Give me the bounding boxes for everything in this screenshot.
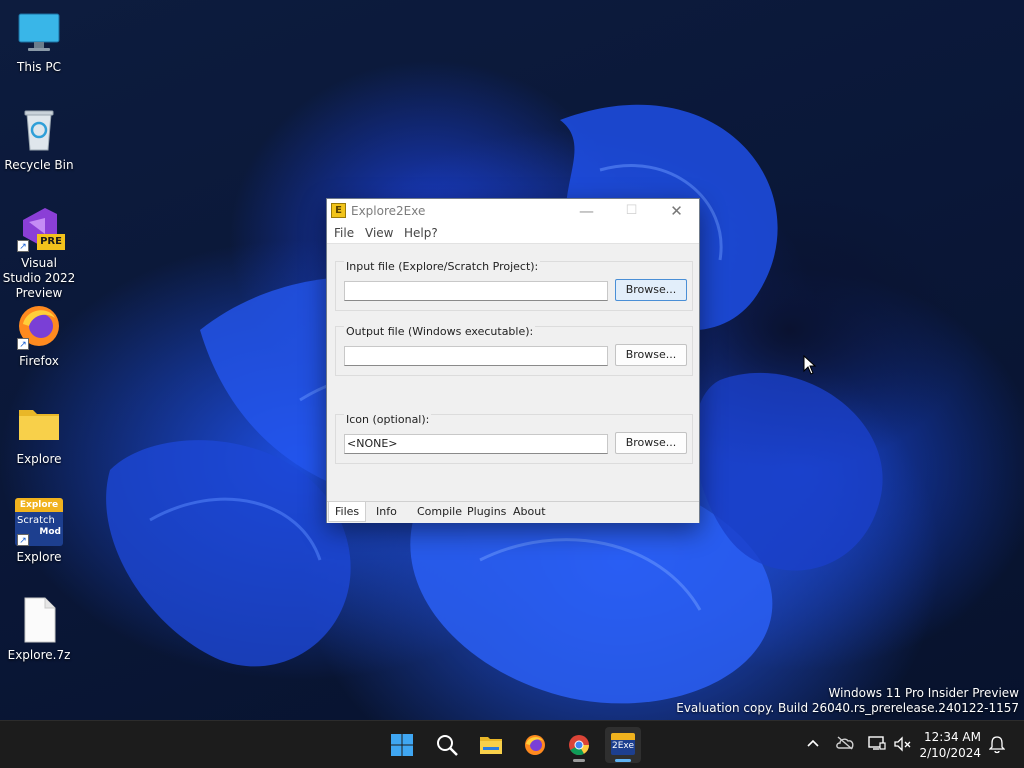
explore-scratch-icon: Explore Scratch Mod ↗ <box>15 498 63 546</box>
desktop-icon-visual-studio[interactable]: PRE ↗ Visual Studio 2022 Preview <box>2 204 76 301</box>
volume-muted-icon[interactable] <box>894 736 912 752</box>
search-button[interactable] <box>429 727 465 763</box>
input-browse-button[interactable]: Browse... <box>615 279 687 301</box>
tab-about[interactable]: About <box>513 505 546 518</box>
maximize-button[interactable]: ☐ <box>609 199 654 223</box>
mouse-cursor-icon <box>803 355 817 375</box>
desktop-icon-label: Firefox <box>19 354 59 368</box>
shortcut-arrow-icon: ↗ <box>17 534 29 546</box>
window-title: Explore2Exe <box>351 204 426 218</box>
desktop-icon-label: This PC <box>17 60 61 74</box>
running-indicator <box>573 759 585 762</box>
icon-field[interactable]: <NONE> <box>344 434 608 454</box>
desktop-icon-label: Recycle Bin <box>4 158 74 172</box>
explore2exe-window: E Explore2Exe — ☐ ✕ File View Help? Inpu… <box>326 198 700 523</box>
firefox-taskbar-button[interactable] <box>517 727 553 763</box>
explore2exe-app-icon: E <box>331 203 346 218</box>
menu-help[interactable]: Help? <box>404 226 438 240</box>
input-file-field[interactable] <box>344 281 608 301</box>
shortcut-arrow-icon: ↗ <box>17 338 29 350</box>
desktop-icon-recycle-bin[interactable]: Recycle Bin <box>2 106 76 173</box>
desktop-icon-this-pc[interactable]: This PC <box>2 8 76 75</box>
tab-bar: Files Info Compile Plugins About <box>327 501 699 523</box>
output-browse-button[interactable]: Browse... <box>615 344 687 366</box>
clock-date: 2/10/2024 <box>919 746 981 760</box>
minimize-button[interactable]: — <box>564 199 609 223</box>
icon-browse-button[interactable]: Browse... <box>615 432 687 454</box>
menu-file[interactable]: File <box>334 226 354 240</box>
desktop-icon-explore-7z[interactable]: Explore.7z <box>2 596 76 663</box>
firefox-icon: ↗ <box>15 302 63 350</box>
input-file-group: Input file (Explore/Scratch Project): Br… <box>335 260 693 311</box>
tab-compile[interactable]: Compile <box>417 505 462 518</box>
visual-studio-icon: PRE ↗ <box>15 204 65 252</box>
chevron-up-icon[interactable] <box>806 738 820 748</box>
start-button[interactable] <box>384 727 420 763</box>
close-button[interactable]: ✕ <box>654 199 699 223</box>
taskbar: 2Exe 12:34 AM 2/10/2024 <box>0 720 1024 768</box>
folder-icon <box>15 400 63 448</box>
output-file-label: Output file (Windows executable): <box>344 325 536 338</box>
active-indicator <box>615 759 631 762</box>
menu-bar: File View Help? <box>327 223 699 244</box>
clock-time: 12:34 AM <box>924 730 981 744</box>
explore2exe-taskbar-button[interactable]: 2Exe <box>605 727 641 763</box>
desktop-icon-label: Explore <box>16 452 62 466</box>
scratch-logo-text: Scratch <box>17 515 55 526</box>
firefox-icon <box>525 735 545 755</box>
output-file-group: Output file (Windows executable): Browse… <box>335 325 693 376</box>
start-icon <box>391 734 413 756</box>
shortcut-arrow-icon: ↗ <box>17 240 29 252</box>
desktop-icon-label: Explore.7z <box>7 648 71 662</box>
desktop-icon-label: Explore <box>16 550 62 564</box>
notification-bell-icon[interactable] <box>989 736 1005 754</box>
file-icon <box>15 596 63 644</box>
input-file-label: Input file (Explore/Scratch Project): <box>344 260 541 273</box>
chrome-taskbar-button[interactable] <box>561 727 597 763</box>
explore2exe-icon-label: 2Exe <box>612 741 634 751</box>
tab-files[interactable]: Files <box>328 502 367 522</box>
recycle-bin-icon <box>15 106 63 154</box>
title-bar[interactable]: E Explore2Exe — ☐ ✕ <box>327 199 699 223</box>
watermark-build: Evaluation copy. Build 26040.rs_prerelea… <box>676 701 1019 715</box>
onedrive-offline-icon[interactable] <box>836 736 854 750</box>
explore-logo-text: Explore <box>15 498 63 512</box>
tab-info[interactable]: Info <box>376 505 397 518</box>
output-file-field[interactable] <box>344 346 608 366</box>
preview-badge: PRE <box>37 234 65 250</box>
network-icon[interactable] <box>868 735 886 751</box>
explore2exe-icon: 2Exe <box>611 733 635 755</box>
desktop-icon-explore-shortcut[interactable]: Explore Scratch Mod ↗ Explore <box>2 498 76 565</box>
desktop-icon-firefox[interactable]: ↗ Firefox <box>2 302 76 369</box>
monitor-icon <box>15 8 63 56</box>
tab-plugins[interactable]: Plugins <box>467 505 506 518</box>
file-explorer-icon <box>480 737 502 754</box>
desktop-icon-label: Visual Studio 2022 Preview <box>2 256 76 300</box>
search-icon <box>437 735 458 756</box>
mod-logo-text: Mod <box>39 527 61 537</box>
file-explorer-button[interactable] <box>473 727 509 763</box>
watermark-edition: Windows 11 Pro Insider Preview <box>828 686 1019 700</box>
clock[interactable]: 12:34 AM 2/10/2024 <box>919 729 981 761</box>
desktop-icon-explore-folder[interactable]: Explore <box>2 400 76 467</box>
windows-watermark: Windows 11 Pro Insider Preview Evaluatio… <box>676 686 1019 716</box>
chrome-icon <box>569 735 590 756</box>
icon-label: Icon (optional): <box>344 413 432 426</box>
icon-group: Icon (optional): <NONE> Browse... <box>335 413 693 464</box>
menu-view[interactable]: View <box>365 226 393 240</box>
